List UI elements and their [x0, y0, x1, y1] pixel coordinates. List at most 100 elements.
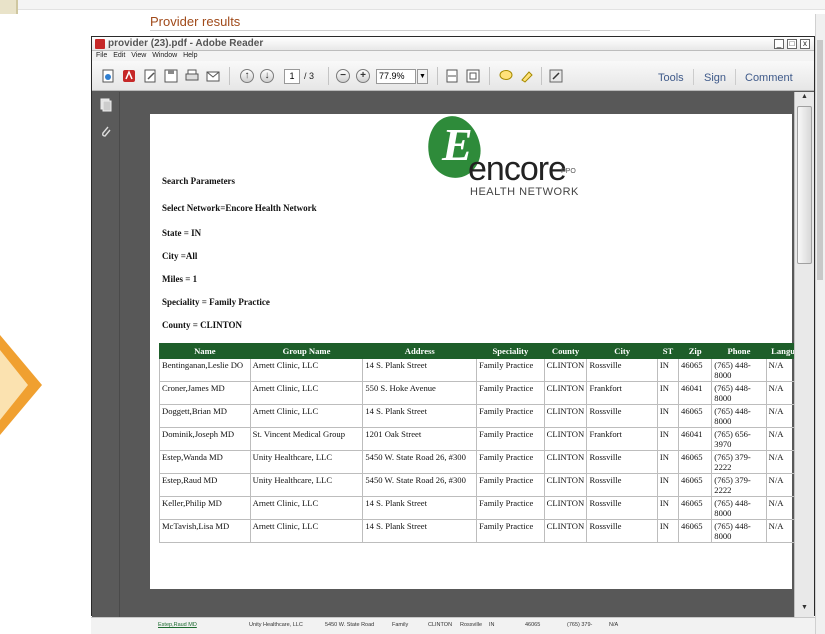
- maximize-button[interactable]: □: [787, 39, 797, 49]
- background-scrollbar-thumb[interactable]: [817, 40, 823, 280]
- create-pdf-icon[interactable]: [100, 68, 116, 84]
- acrobat-icon[interactable]: [121, 68, 137, 84]
- table-cell: IN: [656, 404, 680, 428]
- encore-logo: E encore PPO HEALTH NETWORK: [423, 111, 598, 204]
- table-cell: CLINTON: [543, 473, 588, 497]
- table-cell: Family Practice: [476, 404, 545, 428]
- column-header: County: [543, 343, 588, 359]
- results-table: Name Group Name Address Speciality Count…: [159, 343, 814, 543]
- param-network: Select Network=Encore Health Network: [162, 203, 317, 213]
- zoom-input[interactable]: 77.9%: [376, 69, 416, 84]
- row-county: CLINTON: [428, 622, 453, 628]
- comment-icon[interactable]: [498, 68, 514, 84]
- menu-view[interactable]: View: [131, 52, 146, 59]
- zoom-in-icon[interactable]: +: [356, 69, 370, 83]
- comment-link[interactable]: Comment: [745, 72, 793, 84]
- param-city: City =All: [162, 251, 198, 261]
- minimize-button[interactable]: _: [774, 39, 784, 49]
- table-cell: IN: [656, 427, 680, 451]
- table-cell: CLINTON: [543, 358, 588, 382]
- screen: Provider results provider (23).pdf - Ado…: [0, 0, 825, 634]
- fit-width-icon[interactable]: [444, 68, 460, 84]
- toolbar-separator: [735, 69, 736, 85]
- window-titlebar[interactable]: provider (23).pdf - Adobe Reader _ □ x: [92, 37, 814, 51]
- table-cell: Rossville: [586, 519, 658, 543]
- save-icon[interactable]: [163, 68, 179, 84]
- row-city: Rossville: [460, 622, 483, 628]
- pdf-page: E encore PPO HEALTH NETWORK Search Param…: [150, 111, 814, 589]
- sign-link[interactable]: Sign: [704, 72, 726, 84]
- table-cell: (765) 656-3970: [711, 427, 767, 451]
- row-address: 5450 W. State Road: [325, 622, 375, 628]
- toolbar-separator: [229, 67, 230, 85]
- table-cell: (765) 448-8000: [711, 404, 767, 428]
- table-cell: 14 S. Plank Street: [362, 358, 478, 382]
- table-cell: IN: [656, 358, 680, 382]
- table-row: Dominik,Joseph MD St. Vincent Medical Gro…: [159, 427, 814, 451]
- menu-file[interactable]: File: [96, 52, 107, 59]
- table-row: Bentinganan,Leslie DO Arnett Clinic, LLC 1…: [159, 358, 814, 382]
- column-header: Name: [159, 343, 251, 359]
- document-scrollbar[interactable]: ▲ ▼: [794, 92, 814, 617]
- menu-window[interactable]: Window: [152, 52, 177, 59]
- tools-link[interactable]: Tools: [658, 72, 684, 84]
- table-cell: Family Practice: [476, 496, 545, 520]
- table-cell: Croner,James MD: [159, 381, 251, 405]
- table-cell: CLINTON: [543, 404, 588, 428]
- zoom-out-icon[interactable]: −: [336, 69, 350, 83]
- page-number-input[interactable]: 1: [284, 69, 300, 84]
- menu-help[interactable]: Help: [183, 52, 197, 59]
- table-row: Doggett,Brian MD Arnett Clinic, LLC 14 S. …: [159, 404, 814, 428]
- row-group: Unity Healthcare, LLC: [249, 622, 303, 628]
- scrollbar-thumb[interactable]: [797, 106, 812, 264]
- scroll-down-icon[interactable]: ▼: [798, 604, 811, 614]
- table-cell: IN: [656, 519, 680, 543]
- table-cell: Frankfort: [586, 427, 658, 451]
- document-area[interactable]: E encore PPO HEALTH NETWORK Search Param…: [120, 92, 814, 617]
- highlight-icon[interactable]: [519, 68, 535, 84]
- table-cell: 46041: [678, 427, 713, 451]
- column-header: City: [586, 343, 658, 359]
- toolbar-separator: [489, 67, 490, 85]
- table-cell: Estep,Wanda MD: [159, 450, 251, 474]
- page-total: / 3: [304, 71, 315, 81]
- email-icon[interactable]: [205, 68, 221, 84]
- table-cell: Rossville: [586, 404, 658, 428]
- row-name-link[interactable]: Estep,Raud MD: [158, 622, 197, 628]
- background-results-row: Estep,Raud MD Unity Healthcare, LLC 5450…: [91, 617, 815, 634]
- table-cell: 14 S. Plank Street: [362, 496, 478, 520]
- fullscreen-icon[interactable]: [548, 68, 564, 84]
- table-cell: Frankfort: [586, 381, 658, 405]
- chevron-down-icon[interactable]: ▼: [417, 69, 428, 84]
- menu-edit[interactable]: Edit: [113, 52, 125, 59]
- scroll-up-icon[interactable]: ▲: [798, 93, 811, 103]
- background-arrow-inner: [0, 350, 28, 420]
- edit-icon[interactable]: [142, 68, 158, 84]
- table-cell: 5450 W. State Road 26, #300: [362, 473, 478, 497]
- page-down-icon[interactable]: ↓: [260, 69, 274, 83]
- attachments-icon[interactable]: [100, 124, 112, 138]
- table-row: Estep,Raud MD Unity Healthcare, LLC 5450 W…: [159, 473, 814, 497]
- table-cell: IN: [656, 450, 680, 474]
- page-up-icon[interactable]: ↑: [240, 69, 254, 83]
- table-cell: Family Practice: [476, 473, 545, 497]
- column-header: Address: [362, 343, 478, 359]
- table-cell: 46065: [678, 496, 713, 520]
- table-cell: Unity Healthcare, LLC: [249, 450, 364, 474]
- close-button[interactable]: x: [800, 39, 810, 49]
- table-cell: Rossville: [586, 473, 658, 497]
- table-cell: CLINTON: [543, 450, 588, 474]
- table-row: McTavish,Lisa MD Arnett Clinic, LLC 14 S. …: [159, 519, 814, 543]
- window-title: provider (23).pdf - Adobe Reader: [108, 38, 264, 49]
- fit-page-icon[interactable]: [465, 68, 481, 84]
- table-cell: IN: [656, 496, 680, 520]
- logo-ppo: PPO: [561, 168, 576, 175]
- logo-name: encore: [468, 150, 567, 188]
- pages-icon[interactable]: [100, 98, 112, 112]
- table-row: Keller,Philip MD Arnett Clinic, LLC 14 S. …: [159, 496, 814, 520]
- table-cell: Arnett Clinic, LLC: [249, 358, 364, 382]
- column-header: Group Name: [249, 343, 364, 359]
- print-icon[interactable]: [184, 68, 200, 84]
- table-cell: Arnett Clinic, LLC: [249, 496, 364, 520]
- table-cell: Arnett Clinic, LLC: [249, 519, 364, 543]
